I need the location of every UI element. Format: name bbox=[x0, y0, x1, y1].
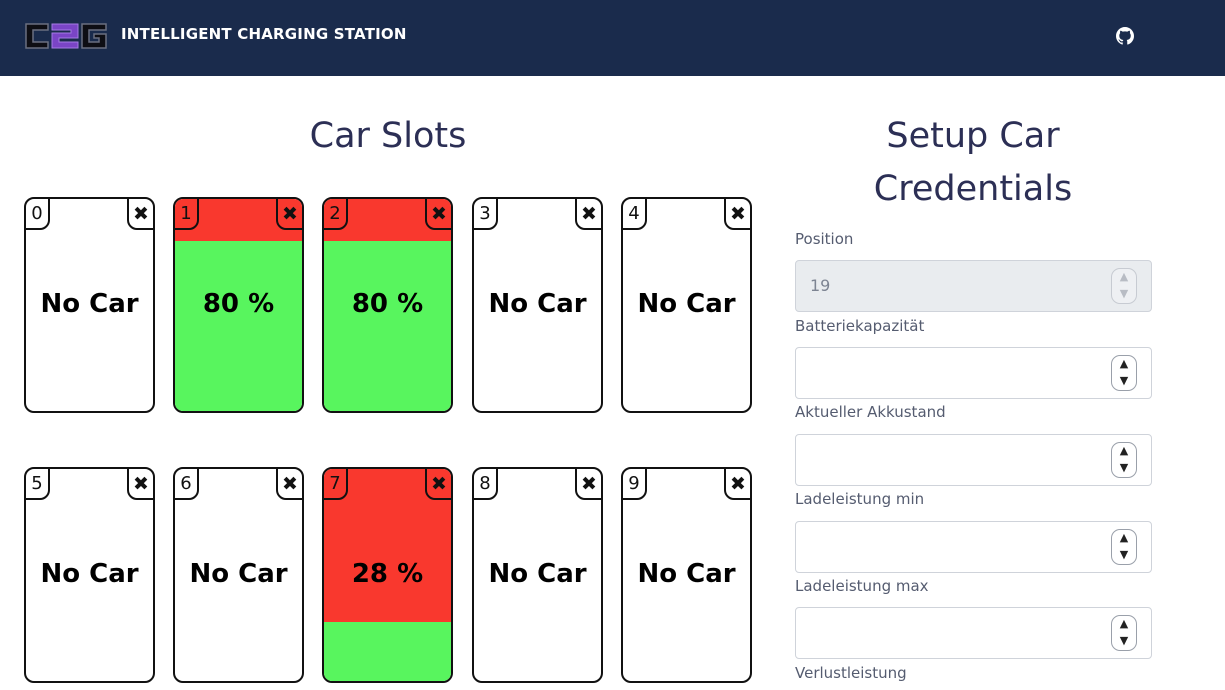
slot-status-label: 80 % bbox=[351, 289, 424, 319]
car-slot-6[interactable]: 6 ✖ No Car bbox=[173, 467, 304, 683]
close-icon[interactable]: ✖ bbox=[127, 199, 153, 230]
charge-power-min-stepper[interactable]: ▲ ▼ bbox=[1111, 529, 1137, 565]
stepper-down-icon[interactable]: ▼ bbox=[1112, 460, 1136, 476]
slot-status-label: 28 % bbox=[351, 559, 424, 589]
close-icon[interactable]: ✖ bbox=[575, 469, 601, 500]
close-icon[interactable]: ✖ bbox=[425, 469, 451, 500]
position-stepper: ▲ ▼ bbox=[1111, 268, 1137, 304]
close-icon[interactable]: ✖ bbox=[575, 199, 601, 230]
slot-number: 3 bbox=[474, 199, 498, 230]
car-slot-2[interactable]: 2 ✖ 80 % bbox=[322, 197, 453, 413]
navbar: INTELLIGENT CHARGING STATION bbox=[0, 0, 1225, 76]
car-slot-3[interactable]: 3 ✖ No Car bbox=[472, 197, 603, 413]
close-icon[interactable]: ✖ bbox=[127, 469, 153, 500]
close-icon[interactable]: ✖ bbox=[724, 469, 750, 500]
stepper-down-icon[interactable]: ▼ bbox=[1112, 373, 1136, 389]
position-input: 19 ▲ ▼ bbox=[795, 260, 1152, 312]
slot-number: 8 bbox=[474, 469, 498, 500]
close-icon[interactable]: ✖ bbox=[724, 199, 750, 230]
slot-status-label: No Car bbox=[189, 559, 288, 589]
stepper-down-icon: ▼ bbox=[1119, 287, 1129, 300]
field-label-charge-power-min: Ladeleistung min bbox=[795, 490, 925, 508]
slot-number: 0 bbox=[26, 199, 50, 230]
car-slot-4[interactable]: 4 ✖ No Car bbox=[621, 197, 752, 413]
slot-status-label: No Car bbox=[637, 559, 736, 589]
stepper-up-icon[interactable]: ▲ bbox=[1112, 616, 1136, 632]
current-charge-stepper[interactable]: ▲ ▼ bbox=[1111, 442, 1137, 478]
charge-power-max-stepper[interactable]: ▲ ▼ bbox=[1111, 615, 1137, 651]
stepper-down-icon[interactable]: ▼ bbox=[1112, 633, 1136, 649]
charge-fill bbox=[324, 241, 451, 411]
app-title: INTELLIGENT CHARGING STATION bbox=[121, 25, 407, 43]
stepper-up-icon: ▲ bbox=[1119, 270, 1129, 283]
close-icon[interactable]: ✖ bbox=[276, 469, 302, 500]
slot-status-label: 80 % bbox=[202, 289, 275, 319]
car-slot-8[interactable]: 8 ✖ No Car bbox=[472, 467, 603, 683]
car-slot-7[interactable]: 7 ✖ 28 % bbox=[322, 467, 453, 683]
close-icon[interactable]: ✖ bbox=[425, 199, 451, 230]
battery-capacity-stepper[interactable]: ▲ ▼ bbox=[1111, 355, 1137, 391]
position-value: 19 bbox=[810, 276, 831, 295]
charge-fill bbox=[324, 622, 451, 681]
slot-number: 4 bbox=[623, 199, 647, 230]
slot-number: 6 bbox=[175, 469, 199, 500]
slot-number: 5 bbox=[26, 469, 50, 500]
battery-capacity-input[interactable]: ▲ ▼ bbox=[795, 347, 1152, 399]
field-label-power-loss: Verlustleistung bbox=[795, 664, 907, 682]
slot-status-label: No Car bbox=[488, 559, 587, 589]
slot-number: 9 bbox=[623, 469, 647, 500]
stepper-down-icon[interactable]: ▼ bbox=[1112, 547, 1136, 563]
slot-status-label: No Car bbox=[488, 289, 587, 319]
slot-status-label: No Car bbox=[40, 559, 139, 589]
slot-status-label: No Car bbox=[637, 289, 736, 319]
current-charge-input[interactable]: ▲ ▼ bbox=[795, 434, 1152, 486]
field-label-charge-power-max: Ladeleistung max bbox=[795, 577, 929, 595]
charge-power-max-input[interactable]: ▲ ▼ bbox=[795, 607, 1152, 659]
charge-fill bbox=[175, 241, 302, 411]
car-slot-9[interactable]: 9 ✖ No Car bbox=[621, 467, 752, 683]
car-slots-title: Car Slots bbox=[309, 116, 467, 156]
github-icon[interactable] bbox=[1116, 27, 1134, 45]
slot-number: 1 bbox=[175, 199, 199, 230]
slot-number: 2 bbox=[324, 199, 348, 230]
charge-power-min-input[interactable]: ▲ ▼ bbox=[795, 521, 1152, 573]
car-slot-0[interactable]: 0 ✖ No Car bbox=[24, 197, 155, 413]
car-slot-1[interactable]: 1 ✖ 80 % bbox=[173, 197, 304, 413]
close-icon[interactable]: ✖ bbox=[276, 199, 302, 230]
field-label-battery-capacity: Batteriekapazität bbox=[795, 317, 925, 335]
stepper-up-icon[interactable]: ▲ bbox=[1112, 356, 1136, 372]
stepper-up-icon[interactable]: ▲ bbox=[1112, 443, 1136, 459]
setup-title: Setup Car Credentials bbox=[795, 110, 1151, 216]
slot-status-label: No Car bbox=[40, 289, 139, 319]
stepper-up-icon[interactable]: ▲ bbox=[1112, 530, 1136, 546]
car-slot-5[interactable]: 5 ✖ No Car bbox=[24, 467, 155, 683]
setup-title-line1: Setup Car bbox=[886, 116, 1060, 156]
field-label-position: Position bbox=[795, 230, 854, 248]
field-label-current-charge: Aktueller Akkustand bbox=[795, 403, 946, 421]
c2g-logo[interactable] bbox=[24, 20, 108, 52]
slot-number: 7 bbox=[324, 469, 348, 500]
setup-title-line2: Credentials bbox=[873, 169, 1073, 209]
